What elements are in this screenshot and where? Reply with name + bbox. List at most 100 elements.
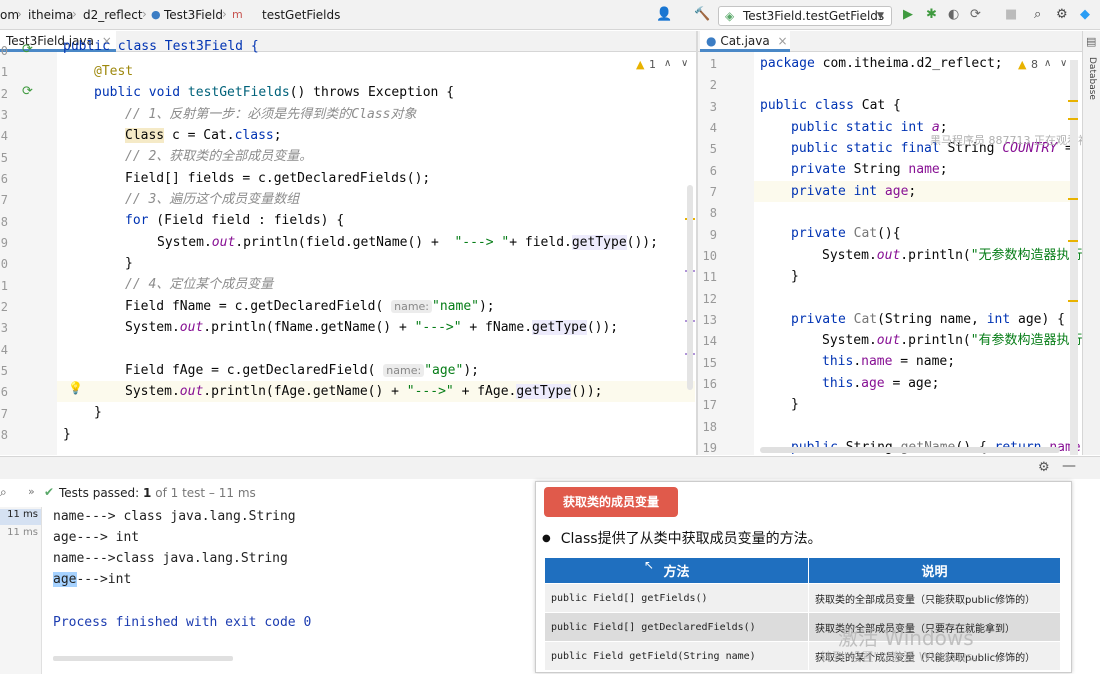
code-token: "--->" bbox=[406, 384, 454, 399]
code-token: "--->" bbox=[414, 320, 462, 335]
class-icon: ● bbox=[706, 34, 717, 48]
test-row-selected[interactable]: 11 ms bbox=[0, 509, 41, 525]
right-tab-bar: ● Cat.java × bbox=[698, 31, 1082, 52]
user-icon[interactable]: 👤 bbox=[656, 7, 672, 22]
code-token: name bbox=[861, 354, 893, 369]
code-token: ()); bbox=[586, 320, 619, 335]
code-token: System. bbox=[125, 320, 180, 335]
line-number: 9 bbox=[0, 235, 8, 250]
console-scrollbar[interactable] bbox=[53, 656, 233, 661]
breadcrumb-testgetfields[interactable]: testGetFields bbox=[262, 8, 340, 22]
run-toolbar: ⚙ — bbox=[0, 457, 1100, 479]
tab-label: Cat.java bbox=[720, 34, 770, 48]
chevron-up-icon[interactable]: ∧ bbox=[1044, 58, 1051, 69]
run-configuration-select[interactable]: ◈ Test3Field.testGetFields ▼ bbox=[718, 6, 892, 26]
code-token: age) { bbox=[1010, 312, 1065, 327]
parameter-hint: name: bbox=[383, 364, 425, 377]
test-icon: ◈ bbox=[725, 9, 735, 23]
code-token: "name" bbox=[432, 299, 479, 314]
code-line: } bbox=[125, 256, 133, 271]
chevron-up-icon[interactable]: ∧ bbox=[664, 58, 671, 69]
test-status-bar: ⌕ » ✔ Tests passed: 1 of 1 test – 11 ms bbox=[0, 485, 535, 503]
line-number: 13 bbox=[702, 312, 717, 327]
database-tool-label[interactable]: Database bbox=[1087, 57, 1097, 100]
stop-icon[interactable]: ■ bbox=[1005, 7, 1017, 22]
console-line: name--->class java.lang.String bbox=[53, 551, 288, 566]
profile-icon[interactable]: ⟳ bbox=[970, 7, 981, 22]
scroll-marker bbox=[1068, 118, 1078, 120]
line-number: 10 bbox=[702, 248, 717, 263]
line-number: 15 bbox=[702, 355, 717, 370]
code-line: public class Test3Field { bbox=[63, 40, 259, 53]
hammer-icon[interactable]: 🔨 bbox=[694, 7, 710, 22]
left-scrollbar[interactable] bbox=[687, 185, 693, 390]
code-token: .println( bbox=[900, 248, 971, 263]
minimize-icon[interactable]: — bbox=[1062, 458, 1076, 474]
code-line: // 3、遍历这个成员变量数组 bbox=[125, 192, 300, 207]
code-token: .println(field.getName() + bbox=[235, 235, 455, 250]
line-number: 7 bbox=[0, 406, 8, 421]
code-token: Field fAge = c.getDeclaredField( bbox=[125, 363, 376, 378]
tab-cat[interactable]: ● Cat.java × bbox=[700, 31, 790, 52]
code-token: c = Cat. bbox=[164, 128, 235, 143]
test-tree: 11 ms 11 ms bbox=[0, 507, 42, 674]
code-token: .println(fName.getName() + bbox=[203, 320, 415, 335]
search-icon[interactable]: ⌕ bbox=[1034, 7, 1041, 22]
warning-icon[interactable]: ▲ bbox=[1018, 58, 1026, 71]
code-line: // 1、反射第一步：必须是先得到类的Class对象 bbox=[125, 107, 417, 122]
line-number: 4 bbox=[0, 129, 8, 144]
table-row: public Field[] getFields() 获取类的全部成员变量（只能… bbox=[544, 583, 1061, 613]
line-number: 17 bbox=[702, 398, 717, 413]
windows-activation-hint: 转到"设置"以激活 Windows。 bbox=[820, 650, 985, 664]
line-number: 2 bbox=[0, 86, 8, 101]
chevron-down-icon[interactable]: ∨ bbox=[681, 58, 688, 69]
code-line: public void testGetFields() throws Excep… bbox=[94, 82, 454, 103]
code-token: private bbox=[791, 226, 854, 241]
code-token: private bbox=[791, 312, 854, 327]
gear-icon[interactable]: ⚙ bbox=[1056, 7, 1068, 22]
code-line: } bbox=[63, 427, 71, 442]
line-number: 2 bbox=[709, 78, 717, 93]
close-icon[interactable]: × bbox=[778, 34, 788, 48]
code-token: = age; bbox=[884, 376, 940, 391]
code-line: System.out.println("无参数构造器执行 bbox=[822, 245, 1083, 266]
line-number: 6 bbox=[0, 385, 8, 400]
code-token: this bbox=[822, 354, 854, 369]
code-token: (String name, bbox=[877, 312, 987, 327]
scroll-marker bbox=[1068, 198, 1078, 200]
code-token: testGetFields bbox=[187, 85, 290, 100]
code-token: public static final bbox=[791, 141, 948, 156]
code-line: System.out.println(fAge.getName() + "---… bbox=[125, 381, 602, 402]
code-token: ; bbox=[273, 128, 282, 143]
gear-icon[interactable]: ⚙ bbox=[1038, 460, 1050, 475]
run-test-class-icon[interactable]: ⟳ bbox=[22, 42, 33, 57]
test-row[interactable]: 11 ms bbox=[0, 527, 41, 543]
plugin-icon[interactable]: ◆ bbox=[1080, 7, 1090, 22]
horizontal-scrollbar[interactable] bbox=[760, 447, 1060, 453]
line-number: 11 bbox=[702, 270, 717, 285]
breadcrumb-d2-reflect[interactable]: d2_reflect bbox=[83, 8, 143, 22]
debug-icon[interactable]: ✱ bbox=[926, 7, 937, 22]
line-number: 3 bbox=[0, 107, 8, 122]
breadcrumb-test3field[interactable]: Test3Field bbox=[164, 8, 223, 22]
right-side-panel: ▤ Database bbox=[1082, 31, 1100, 455]
database-icon[interactable]: ▤ bbox=[1086, 35, 1096, 48]
warning-icon[interactable]: ▲ bbox=[636, 58, 644, 71]
code-token: out bbox=[876, 333, 901, 348]
run-test-method-icon[interactable]: ⟳ bbox=[22, 84, 33, 99]
line-number: 9 bbox=[709, 227, 717, 242]
lightbulb-icon[interactable]: 💡 bbox=[68, 381, 83, 395]
test-time: 11 ms bbox=[7, 527, 38, 538]
search-icon[interactable]: ⌕ bbox=[0, 485, 7, 500]
code-line: // 2、获取类的全部成员变量。 bbox=[125, 149, 313, 164]
run-icon[interactable]: ▶ bbox=[903, 7, 913, 22]
coverage-icon[interactable]: ◐ bbox=[948, 7, 959, 22]
chevron-down-icon[interactable]: ∨ bbox=[1060, 58, 1067, 69]
expand-icon[interactable]: » bbox=[28, 485, 35, 498]
code-token: age bbox=[861, 376, 885, 391]
breadcrumb-itheima[interactable]: itheima bbox=[28, 8, 73, 22]
code-line: } bbox=[791, 397, 799, 412]
code-token: public void bbox=[94, 85, 188, 100]
code-token: = name; bbox=[892, 354, 956, 369]
code-line: public static int a; bbox=[791, 117, 948, 138]
